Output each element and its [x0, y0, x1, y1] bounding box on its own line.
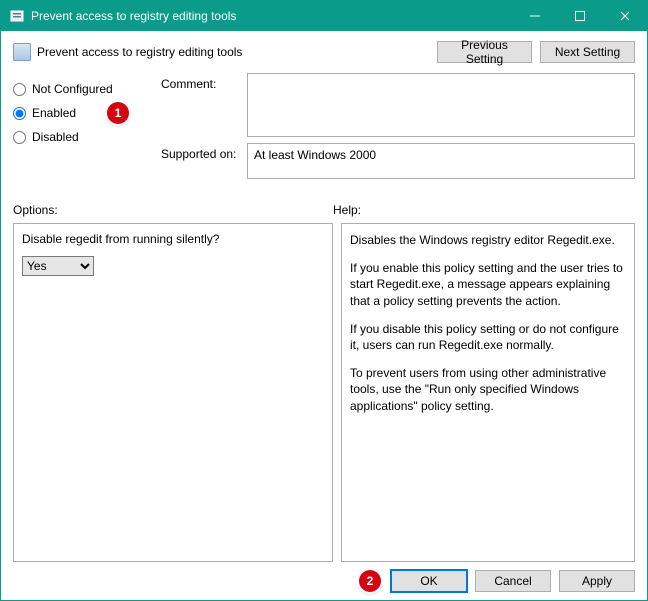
ok-button[interactable]: OK: [391, 570, 467, 592]
help-paragraph: To prevent users from using other admini…: [350, 365, 626, 414]
policy-icon: [13, 43, 31, 61]
panels-row: Disable regedit from running silently? Y…: [13, 223, 635, 562]
fields-column: Comment: Supported on: At least Windows …: [161, 73, 635, 185]
radio-disabled[interactable]: Disabled: [13, 125, 153, 149]
radio-enabled[interactable]: Enabled 1: [13, 101, 153, 125]
radio-not-configured-label: Not Configured: [32, 82, 113, 96]
help-panel[interactable]: Disables the Windows registry editor Reg…: [341, 223, 635, 562]
content-area: Prevent access to registry editing tools…: [1, 31, 647, 600]
policy-window-icon: [9, 8, 25, 24]
help-label: Help:: [333, 203, 361, 217]
options-label: Options:: [13, 203, 333, 217]
supported-on-label: Supported on:: [161, 143, 247, 179]
help-paragraph: If you disable this policy setting or do…: [350, 321, 626, 353]
supported-on-value: At least Windows 2000: [247, 143, 635, 179]
radio-not-configured-input[interactable]: [13, 83, 26, 96]
config-area: Not Configured Enabled 1 Disabled Commen…: [13, 73, 635, 185]
close-button[interactable]: [602, 1, 647, 31]
comment-textarea[interactable]: [247, 73, 635, 137]
titlebar[interactable]: Prevent access to registry editing tools: [1, 1, 647, 31]
policy-editor-window: Prevent access to registry editing tools…: [0, 0, 648, 601]
annotation-badge-1: 1: [107, 102, 129, 124]
radio-not-configured[interactable]: Not Configured: [13, 77, 153, 101]
radio-disabled-label: Disabled: [32, 130, 79, 144]
maximize-button[interactable]: [557, 1, 602, 31]
cancel-button[interactable]: Cancel: [475, 570, 551, 592]
previous-setting-button[interactable]: Previous Setting: [437, 41, 532, 63]
comment-label: Comment:: [161, 73, 247, 137]
minimize-button[interactable]: [512, 1, 557, 31]
help-paragraph: Disables the Windows registry editor Reg…: [350, 232, 626, 248]
window-title: Prevent access to registry editing tools: [31, 9, 236, 23]
options-panel: Disable regedit from running silently? Y…: [13, 223, 333, 562]
policy-name: Prevent access to registry editing tools: [37, 45, 429, 59]
annotation-badge-2: 2: [359, 570, 381, 592]
section-labels: Options: Help:: [13, 203, 635, 217]
state-column: Not Configured Enabled 1 Disabled: [13, 73, 153, 185]
apply-button[interactable]: Apply: [559, 570, 635, 592]
radio-enabled-input[interactable]: [13, 107, 26, 120]
next-setting-button[interactable]: Next Setting: [540, 41, 635, 63]
option-question: Disable regedit from running silently?: [22, 232, 324, 246]
header-row: Prevent access to registry editing tools…: [13, 41, 635, 63]
radio-disabled-input[interactable]: [13, 131, 26, 144]
radio-enabled-label: Enabled: [32, 106, 76, 120]
footer-buttons: 2 OK Cancel Apply: [13, 562, 635, 592]
option-select[interactable]: Yes No: [22, 256, 94, 276]
help-paragraph: If you enable this policy setting and th…: [350, 260, 626, 309]
